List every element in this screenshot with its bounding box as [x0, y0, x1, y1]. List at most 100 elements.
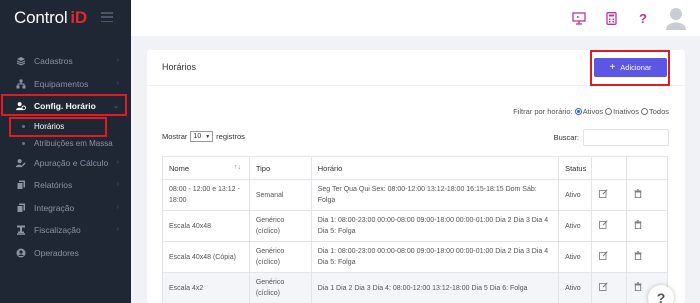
cell-horario: Dia 1: 08:00-23:00 00:00-08:00 09:00-18:…	[310, 210, 559, 242]
brand-suffix: iD	[70, 8, 88, 27]
trash-icon[interactable]	[633, 219, 643, 229]
files-icon	[16, 180, 26, 191]
monitor-icon[interactable]	[566, 5, 592, 31]
radio-label-inativos[interactable]: Inativos	[613, 107, 639, 116]
cell-edit	[591, 210, 627, 242]
sidebar: Control iD Cadastros › Equipamentos › Con…	[0, 0, 131, 303]
cell-tipo: Genérico (cíclico)	[248, 272, 312, 303]
edit-icon[interactable]	[598, 188, 608, 198]
column-header-delete	[626, 156, 668, 180]
edit-icon[interactable]	[598, 250, 608, 260]
hamburger-menu-icon[interactable]	[101, 12, 113, 22]
table-header-row: Nome ↑↓ Tipo Horário Status	[162, 156, 668, 180]
cell-nome: Escala 40x48	[162, 210, 250, 242]
cell-nome: Escala 4x2	[162, 272, 250, 303]
trash-icon[interactable]	[633, 281, 643, 291]
gavel-icon	[16, 225, 26, 236]
page-length-select[interactable]: 10 ▼	[190, 131, 214, 142]
sidebar-item-equipamentos[interactable]: Equipamentos ›	[0, 73, 131, 96]
cell-horario: Seg Ter Qua Qui Sex: 08:00-12:00 13:12-1…	[310, 179, 559, 211]
radio-ativos[interactable]	[574, 108, 582, 115]
radio-todos[interactable]	[640, 108, 648, 115]
help-glyph: ?	[639, 10, 647, 26]
header-label: Horário	[317, 163, 343, 173]
radio-label-ativos[interactable]: Ativos	[583, 107, 603, 116]
cell-tipo: Genérico (cíclico)	[248, 241, 312, 273]
cell-edit	[591, 241, 627, 273]
column-header-nome[interactable]: Nome ↑↓	[162, 156, 250, 180]
topbar: ?	[131, 0, 700, 36]
cell-tipo: Semanal	[248, 179, 312, 211]
sidebar-item-label: Relatórios	[34, 180, 73, 191]
sidebar-item-cadastros[interactable]: Cadastros ›	[0, 50, 131, 73]
sidebar-item-label: Integração	[34, 202, 75, 213]
highlight-config-horario	[1, 94, 127, 116]
page-title: Horários	[162, 62, 197, 72]
sidebar-item-apuracao[interactable]: Apuração e Cálculo ›	[0, 152, 131, 175]
column-header-edit	[591, 156, 627, 180]
brand-name: Control	[14, 8, 68, 27]
calculator-icon[interactable]	[598, 5, 624, 31]
network-icon	[16, 79, 26, 89]
sidebar-item-integracao[interactable]: Integração ›	[0, 197, 131, 220]
bullet-icon	[22, 141, 25, 145]
user-edit-icon	[16, 158, 26, 168]
sidebar-item-label: Operadores	[34, 247, 79, 258]
status-filter: Filtrar por horário: Ativos Inativos Tod…	[513, 107, 669, 116]
length-label-before: Mostrar	[162, 132, 188, 141]
help-icon[interactable]: ?	[630, 5, 656, 31]
cell-nome: 08:00 - 12:00 e 13:12 - 18:00	[162, 179, 250, 211]
chevron-right-icon: ›	[116, 57, 119, 64]
highlight-horarios	[9, 117, 107, 137]
sidebar-item-label: Apuração e Cálculo	[34, 157, 109, 168]
chevron-right-icon: ›	[116, 203, 119, 211]
chevron-down-icon: ▼	[205, 133, 211, 140]
cell-tipo: Genérico (cíclico)	[248, 210, 312, 242]
cell-status: Ativo	[558, 179, 592, 211]
chevron-right-icon: ›	[116, 79, 119, 87]
chevron-right-icon: ›	[116, 158, 119, 166]
radio-label-todos[interactable]: Todos	[649, 107, 669, 116]
search-input[interactable]	[583, 129, 669, 146]
sort-icon[interactable]: ↑↓	[234, 164, 241, 171]
page-length: Mostrar 10 ▼ registros	[162, 131, 245, 142]
chevron-right-icon: ›	[116, 181, 119, 188]
cell-edit	[591, 272, 627, 303]
schedules-table: Nome ↑↓ Tipo Horário Status 08:00 - 12:00…	[162, 156, 668, 303]
table-row: Escala 40x48 (Cópia) Genérico (cíclico) …	[162, 241, 668, 273]
page-length-value: 10	[193, 133, 202, 140]
cell-status: Ativo	[558, 272, 592, 303]
files-icon	[16, 203, 26, 213]
table-row: 08:00 - 12:00 e 13:12 - 18:00 Semanal Se…	[162, 179, 668, 211]
add-button[interactable]: + Adicionar	[594, 58, 667, 77]
header-label: Tipo	[255, 163, 271, 173]
cell-status: Ativo	[558, 241, 592, 273]
plus-icon: +	[609, 62, 616, 73]
sidebar-nav: Cadastros › Equipamentos › Config. Horár…	[0, 50, 131, 264]
sidebar-item-fiscalizacao[interactable]: Fiscalização ›	[0, 219, 131, 242]
cell-delete	[626, 179, 668, 211]
table-row: Escala 4x2 Genérico (cíclico) Dia 1 Dia …	[162, 272, 668, 303]
length-label-after: registros	[216, 132, 245, 141]
cell-horario: Dia 1: 08:00-23:00 00:00-08:00 09:00-18:…	[310, 241, 559, 273]
sidebar-item-operadores[interactable]: Operadores	[0, 242, 131, 265]
help-fab-glyph: ?	[656, 290, 666, 303]
user-avatar-icon[interactable]	[662, 5, 690, 31]
trash-icon[interactable]	[633, 188, 643, 198]
cell-edit	[591, 179, 627, 211]
edit-icon[interactable]	[598, 281, 608, 291]
column-header-status[interactable]: Status	[558, 156, 592, 180]
column-header-horario[interactable]: Horário	[310, 156, 559, 180]
radio-inativos[interactable]	[605, 108, 613, 115]
sidebar-subitem-atribuicoes[interactable]: Atribuições em Massa	[0, 135, 131, 152]
search-label: Buscar:	[553, 133, 579, 142]
sidebar-item-relatorios[interactable]: Relatórios ›	[0, 174, 131, 197]
column-header-tipo[interactable]: Tipo	[248, 156, 312, 180]
sidebar-item-label: Equipamentos	[34, 78, 89, 89]
trash-icon[interactable]	[633, 250, 643, 260]
edit-icon[interactable]	[598, 219, 608, 229]
cell-nome: Escala 40x48 (Cópia)	[162, 241, 250, 273]
sidebar-subitem-label: Atribuições em Massa	[34, 138, 113, 148]
header-label: Nome	[169, 163, 190, 173]
sidebar-item-label: Fiscalização	[34, 225, 81, 236]
